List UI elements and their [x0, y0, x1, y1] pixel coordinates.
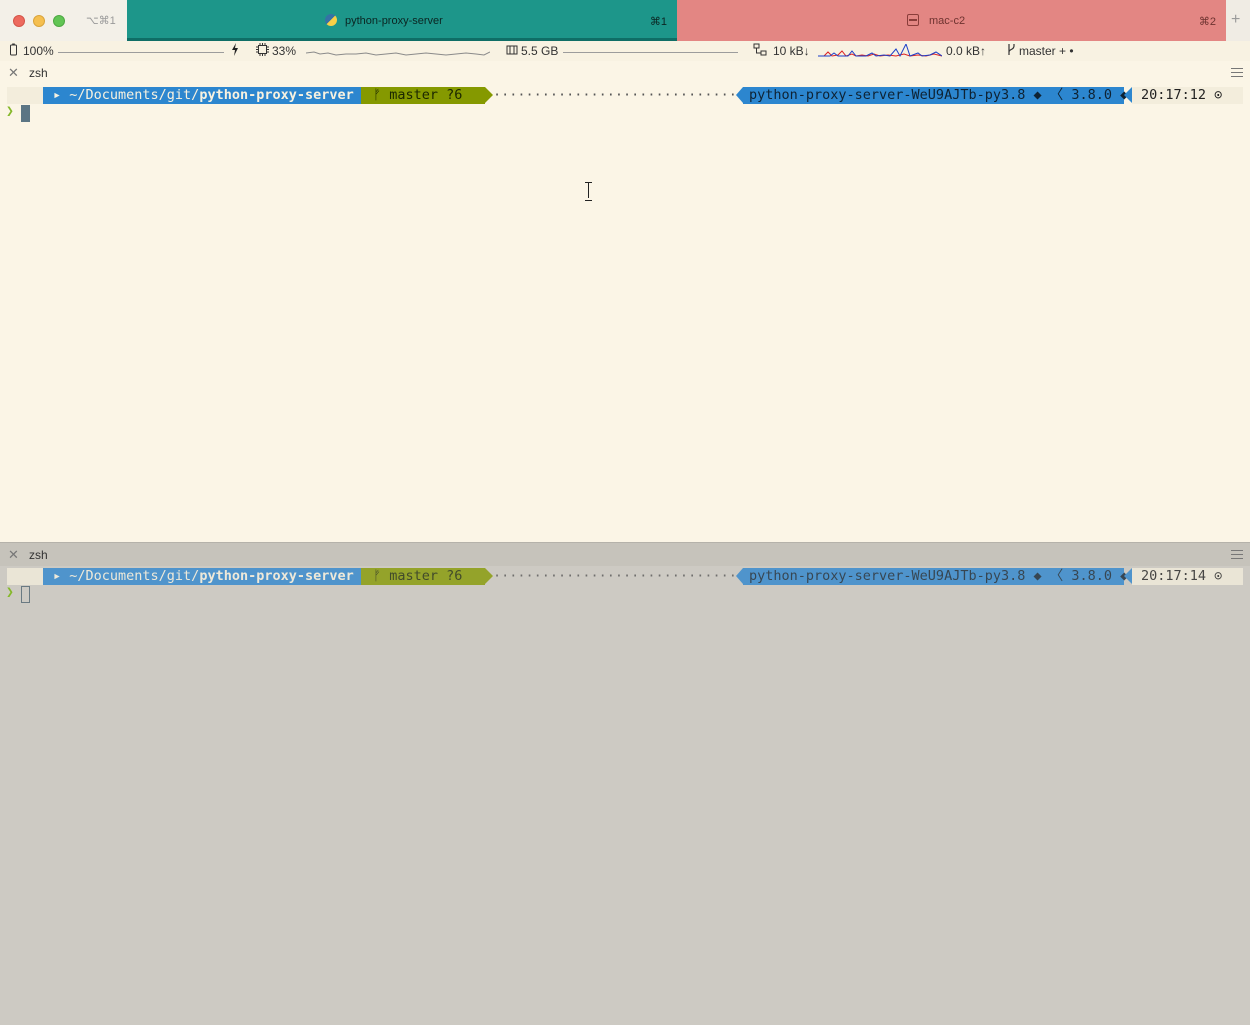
git-icon: ᚠ — [373, 568, 382, 584]
clock-icon: ⊙ — [1214, 568, 1223, 584]
prompt-git-status: master ?6 — [389, 568, 463, 584]
prompt-virtualenv: python-proxy-server-WeU9AJTb-py3.8 ◆ 〈 3… — [736, 87, 1128, 104]
clock-icon: ⊙ — [1214, 87, 1223, 103]
zoom-window-button[interactable] — [53, 15, 65, 27]
tab-title: python-proxy-server — [345, 15, 443, 27]
prompt-char: ❯ — [6, 585, 14, 600]
drive-icon — [907, 14, 919, 26]
bolt-icon — [231, 43, 239, 59]
tab-mac-c2[interactable]: mac-c2 ⌘2 — [677, 0, 1226, 41]
status-bar: 100% 33% 5.5 GB 10 kB↓ 0.0 kB↑ master + … — [0, 41, 1250, 61]
terminal-cursor — [21, 105, 30, 122]
net-up-value: 0.0 kB↑ — [946, 44, 987, 58]
prompt-git: ᚠ master ?6 — [361, 568, 493, 585]
pane-title: zsh — [29, 66, 48, 80]
python-icon — [325, 14, 337, 26]
memory-value: 5.5 GB — [521, 44, 559, 58]
apple-icon — [7, 568, 43, 585]
battery-graph — [58, 52, 224, 53]
new-tab-button[interactable]: + — [1226, 0, 1250, 41]
apple-icon — [7, 87, 43, 104]
cpu-value: 33% — [272, 44, 297, 58]
ibeam-cursor-icon — [584, 182, 593, 201]
terminal-pane-top[interactable]: ✕ zsh ▸ ~/Documents/git/python-proxy-ser… — [0, 61, 1250, 542]
prompt-git: ᚠ master ?6 — [361, 87, 493, 104]
prompt-char: ❯ — [6, 104, 14, 119]
plus-icon: + — [1231, 11, 1241, 28]
prompt-dir-prefix: ~/Documents/git/ — [69, 87, 200, 103]
tab-bar: ⌥⌘1 python-proxy-server ⌘1 mac-c2 ⌘2 + — [0, 0, 1250, 41]
prompt-time-value: 20:17:12 — [1141, 87, 1207, 103]
prompt-filler: ········································… — [493, 568, 736, 584]
close-pane-icon[interactable]: ✕ — [8, 547, 19, 563]
prompt-time: 20:17:12 ⊙ — [1124, 87, 1243, 104]
prompt-virtualenv: python-proxy-server-WeU9AJTb-py3.8 ◆ 〈 3… — [736, 568, 1128, 585]
prompt-dir-name: python-proxy-server — [199, 568, 354, 584]
tab-python-proxy-server[interactable]: python-proxy-server ⌘1 — [127, 0, 677, 41]
git-branch-icon — [1007, 43, 1016, 59]
git-status-value: master + • — [1019, 44, 1074, 58]
minimize-window-button[interactable] — [33, 15, 45, 27]
net-down-value: 10 kB↓ — [773, 44, 810, 58]
prompt-virtualenv-name: python-proxy-server-WeU9AJTb-py3.8 — [749, 568, 1026, 584]
tab-shortcut: ⌘1 — [649, 16, 667, 28]
battery-icon — [9, 43, 18, 59]
close-window-button[interactable] — [13, 15, 25, 27]
cpu-graph — [306, 51, 490, 56]
folder-icon: ▸ — [53, 568, 70, 584]
pane-header: ✕ zsh — [0, 542, 1250, 566]
prompt-virtualenv-name: python-proxy-server-WeU9AJTb-py3.8 — [749, 87, 1026, 103]
tab-shortcut: ⌘2 — [1198, 16, 1216, 28]
prompt-dir-prefix: ~/Documents/git/ — [69, 568, 200, 584]
prompt-directory: ▸ ~/Documents/git/python-proxy-server — [43, 568, 369, 585]
cpu-icon — [256, 43, 269, 59]
hamburger-menu-icon[interactable] — [1231, 68, 1243, 77]
network-graph — [818, 44, 942, 58]
network-icon — [753, 43, 767, 59]
prompt-git-status: master ?6 — [389, 87, 463, 103]
pane-header: ✕ zsh — [0, 61, 1250, 85]
memory-graph — [563, 52, 738, 53]
hamburger-menu-icon[interactable] — [1231, 550, 1243, 559]
memory-icon — [506, 43, 518, 59]
hotkey-label: ⌥⌘1 — [86, 15, 116, 27]
powerline-prompt: ▸ ~/Documents/git/python-proxy-server ᚠ … — [7, 87, 1243, 104]
terminal-pane-bottom[interactable]: ✕ zsh ▸ ~/Documents/git/python-proxy-ser… — [0, 542, 1250, 1025]
prompt-directory: ▸ ~/Documents/git/python-proxy-server — [43, 87, 369, 104]
tab-title: mac-c2 — [929, 15, 966, 27]
prompt-python-version: 3.8.0 — [1071, 568, 1112, 584]
window-controls: ⌥⌘1 — [0, 0, 127, 41]
close-pane-icon[interactable]: ✕ — [8, 65, 19, 81]
prompt-dir-name: python-proxy-server — [199, 87, 354, 103]
prompt-time: 20:17:14 ⊙ — [1124, 568, 1243, 585]
powerline-prompt: ▸ ~/Documents/git/python-proxy-server ᚠ … — [7, 568, 1243, 585]
battery-value: 100% — [23, 44, 54, 58]
folder-icon: ▸ — [53, 87, 70, 103]
prompt-time-value: 20:17:14 — [1141, 568, 1207, 584]
git-icon: ᚠ — [373, 87, 382, 103]
prompt-python-version: 3.8.0 — [1071, 87, 1112, 103]
terminal-cursor — [21, 586, 30, 603]
prompt-filler: ········································… — [493, 87, 736, 103]
pane-title: zsh — [29, 548, 48, 562]
